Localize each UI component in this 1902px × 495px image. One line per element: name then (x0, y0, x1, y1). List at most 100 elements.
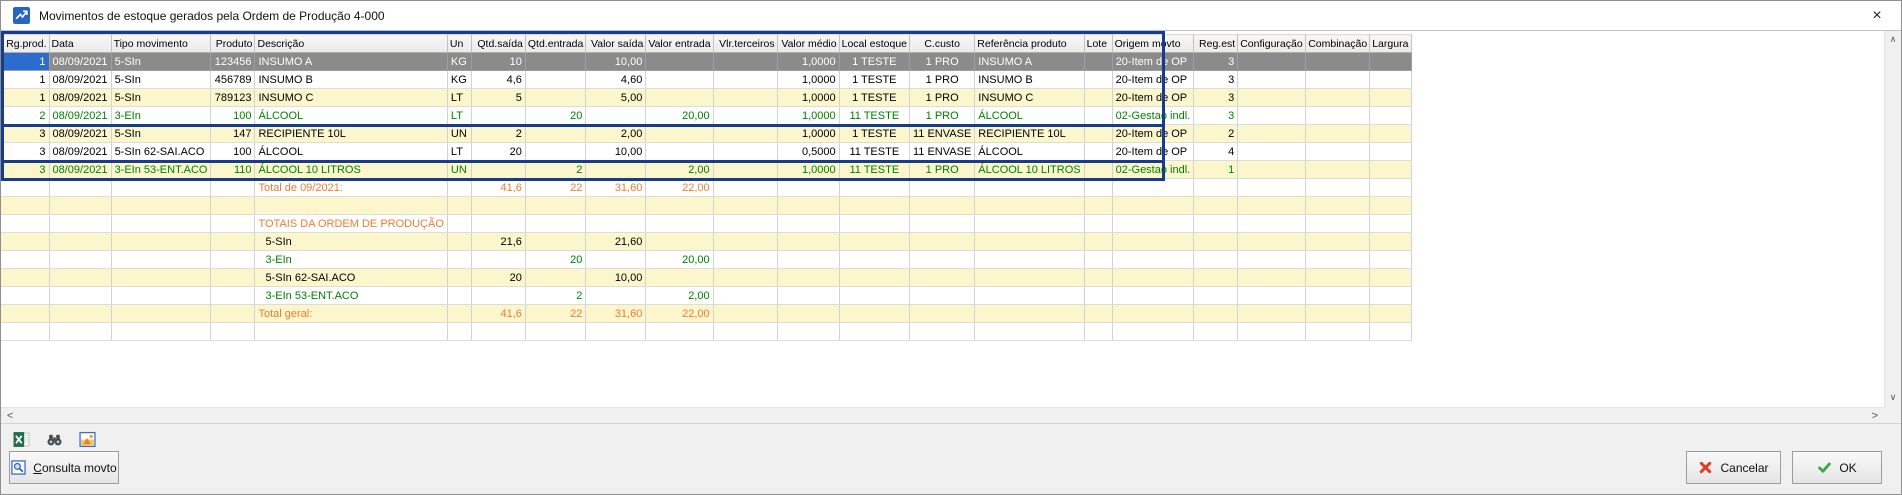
vertical-scrollbar[interactable]: ∧ ∨ (1884, 31, 1901, 407)
grid-cell[interactable] (1306, 161, 1370, 179)
grid-cell[interactable]: 08/09/2021 (49, 89, 111, 107)
grid-cell[interactable] (1112, 287, 1194, 305)
grid-cell[interactable] (471, 215, 525, 233)
grid-cell[interactable] (1370, 107, 1412, 125)
grid-cell[interactable] (1238, 251, 1306, 269)
grid-cell[interactable] (111, 287, 211, 305)
grid-cell[interactable] (1112, 269, 1194, 287)
grid-cell[interactable] (646, 89, 713, 107)
grid-cell[interactable] (777, 305, 839, 323)
grid-cell[interactable] (646, 233, 713, 251)
grid-cell[interactable] (910, 233, 975, 251)
grid-cell[interactable]: 31,60 (586, 179, 646, 197)
grid-row[interactable]: 308/09/20215-SIn147RECIPIENTE 10LUN22,00… (1, 125, 1412, 143)
grid-cell[interactable]: 21,6 (471, 233, 525, 251)
grid-cell[interactable]: KG (447, 53, 471, 71)
grid-cell[interactable] (586, 197, 646, 215)
grid-cell[interactable]: 3 (1194, 89, 1238, 107)
grid-cell[interactable] (1, 215, 49, 233)
grid-cell[interactable] (1084, 305, 1112, 323)
grid-cell[interactable] (255, 197, 447, 215)
grid-cell[interactable]: ÁLCOOL (255, 107, 447, 125)
grid-cell[interactable] (525, 53, 585, 71)
grid-cell[interactable] (777, 269, 839, 287)
grid-cell[interactable]: 10 (471, 53, 525, 71)
grid-cell[interactable] (586, 107, 646, 125)
grid-cell[interactable] (111, 305, 211, 323)
grid-cell[interactable]: 3 (1194, 53, 1238, 71)
grid-cell[interactable] (211, 197, 255, 215)
grid-cell[interactable]: ÁLCOOL (975, 107, 1084, 125)
grid-cell[interactable] (49, 287, 111, 305)
grid-cell[interactable] (713, 287, 777, 305)
grid-cell[interactable]: 5-SIn 62-SAI.ACO (255, 269, 447, 287)
grid-cell[interactable]: INSUMO C (255, 89, 447, 107)
grid-cell[interactable]: 10,00 (586, 53, 646, 71)
grid-cell[interactable] (1194, 251, 1238, 269)
grid-cell[interactable]: 1 TESTE (839, 125, 909, 143)
grid-cell[interactable]: 5-SIn (111, 71, 211, 89)
grid-cell[interactable] (525, 323, 585, 341)
grid-cell[interactable] (1370, 305, 1412, 323)
grid-cell[interactable] (525, 125, 585, 143)
grid-cell[interactable]: 2 (525, 161, 585, 179)
column-header[interactable]: Origem movto (1112, 35, 1194, 53)
grid-cell[interactable] (1238, 215, 1306, 233)
grid-cell[interactable] (1238, 323, 1306, 341)
grid-cell[interactable] (447, 323, 471, 341)
grid-cell[interactable] (525, 71, 585, 89)
grid-row[interactable]: 3-EIn 53-ENT.ACO22,00 (1, 287, 1412, 305)
grid-cell[interactable] (1112, 251, 1194, 269)
grid-cell[interactable] (1194, 197, 1238, 215)
grid-cell[interactable] (471, 107, 525, 125)
grid-cell[interactable] (1084, 287, 1112, 305)
grid-cell[interactable] (1084, 107, 1112, 125)
grid-cell[interactable]: 2,00 (646, 161, 713, 179)
grid-cell[interactable]: 22 (525, 179, 585, 197)
scroll-down-icon[interactable]: ∨ (1890, 393, 1897, 403)
grid-cell[interactable] (1084, 89, 1112, 107)
grid-cell[interactable] (255, 323, 447, 341)
grid-cell[interactable] (1194, 233, 1238, 251)
grid-cell[interactable] (1238, 197, 1306, 215)
grid-cell[interactable] (1306, 197, 1370, 215)
grid-cell[interactable] (1306, 287, 1370, 305)
grid-cell[interactable] (49, 251, 111, 269)
grid-cell[interactable] (713, 125, 777, 143)
grid-cell[interactable] (1370, 233, 1412, 251)
grid-cell[interactable] (839, 269, 909, 287)
grid-cell[interactable] (1, 287, 49, 305)
grid-cell[interactable] (910, 251, 975, 269)
grid-cell[interactable] (471, 251, 525, 269)
grid-cell[interactable]: 2 (1, 107, 49, 125)
grid-cell[interactable]: 1,0000 (777, 53, 839, 71)
grid-cell[interactable] (777, 323, 839, 341)
grid-cell[interactable] (1238, 125, 1306, 143)
grid-cell[interactable] (1084, 161, 1112, 179)
column-header[interactable]: Vlr.terceiros (713, 35, 777, 53)
grid-cell[interactable]: 02-Gestao indl. (1112, 161, 1194, 179)
grid-cell[interactable] (211, 323, 255, 341)
grid-cell[interactable] (910, 269, 975, 287)
grid-cell[interactable] (49, 305, 111, 323)
grid-cell[interactable]: LT (447, 143, 471, 161)
grid-cell[interactable] (839, 233, 909, 251)
close-icon[interactable]: × (1859, 2, 1895, 30)
column-header[interactable]: Reg.est (1194, 35, 1238, 53)
grid-cell[interactable] (1370, 215, 1412, 233)
grid-cell[interactable]: INSUMO C (975, 89, 1084, 107)
grid-cell[interactable] (1238, 89, 1306, 107)
grid-cell[interactable] (910, 215, 975, 233)
grid-cell[interactable] (839, 323, 909, 341)
grid-cell[interactable] (211, 287, 255, 305)
grid-cell[interactable] (1306, 323, 1370, 341)
horizontal-scrollbar[interactable]: < > (1, 407, 1884, 423)
grid-cell[interactable] (111, 215, 211, 233)
grid-cell[interactable] (1, 323, 49, 341)
grid-cell[interactable]: 20-Item de OP (1112, 89, 1194, 107)
grid-cell[interactable] (1238, 107, 1306, 125)
grid-cell[interactable] (1194, 323, 1238, 341)
grid-cell[interactable]: 0,5000 (777, 143, 839, 161)
grid-cell[interactable] (49, 233, 111, 251)
grid-row[interactable] (1, 197, 1412, 215)
